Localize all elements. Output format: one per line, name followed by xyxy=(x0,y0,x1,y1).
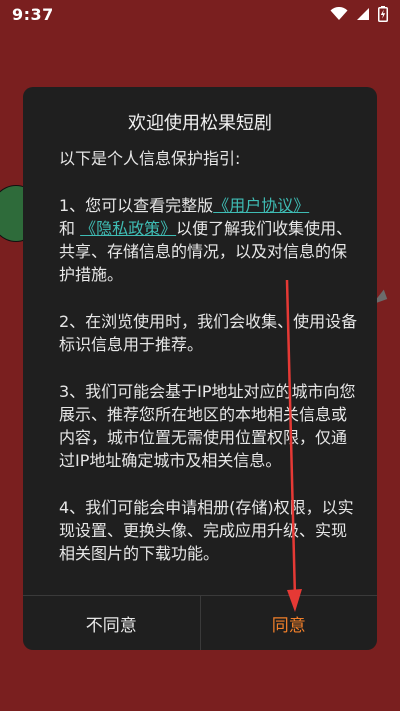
privacy-policy-link[interactable]: 《隐私政策》 xyxy=(80,219,176,238)
signal-icon xyxy=(357,8,369,20)
status-icons xyxy=(330,6,388,22)
p1-prefix: 1、您可以查看完整版 xyxy=(59,196,214,215)
status-bar: 9:37 xyxy=(0,0,400,30)
dialog-paragraph-4: 4、我们可能会申请相册(存储)权限，以实现设置、更换头像、完成应用升级、实现相关… xyxy=(59,498,354,563)
dialog-paragraph-2: 2、在浏览使用时，我们会收集、使用设备标识信息用于推荐。 xyxy=(59,312,358,354)
dialog-paragraph-1: 1、您可以查看完整版《用户协议》和 《隐私政策》以便了解我们收集使用、共享、存储… xyxy=(59,194,359,286)
dialog-paragraph-3: 3、我们可能会基于IP地址对应的城市向您展示、推荐您所在地区的本地相关信息或内容… xyxy=(59,382,356,470)
disagree-button[interactable]: 不同意 xyxy=(23,596,201,650)
agree-button[interactable]: 同意 xyxy=(201,596,378,650)
dialog-title: 欢迎使用松果短剧 xyxy=(128,113,272,134)
user-agreement-link[interactable]: 《用户协议》 xyxy=(213,196,309,215)
p1-mid: 和 xyxy=(59,219,76,238)
dialog-button-row: 不同意 同意 xyxy=(23,595,377,650)
status-time: 9:37 xyxy=(12,5,54,24)
privacy-dialog: 欢迎使用松果短剧 以下是个人信息保护指引: 1、您可以查看完整版《用户协议》和 … xyxy=(23,87,377,650)
battery-charging-icon xyxy=(378,6,388,22)
wifi-icon xyxy=(330,7,348,20)
dialog-body: 以下是个人信息保护指引: 1、您可以查看完整版《用户协议》和 《隐私政策》以便了… xyxy=(59,147,359,589)
dialog-intro: 以下是个人信息保护指引: xyxy=(59,149,241,168)
